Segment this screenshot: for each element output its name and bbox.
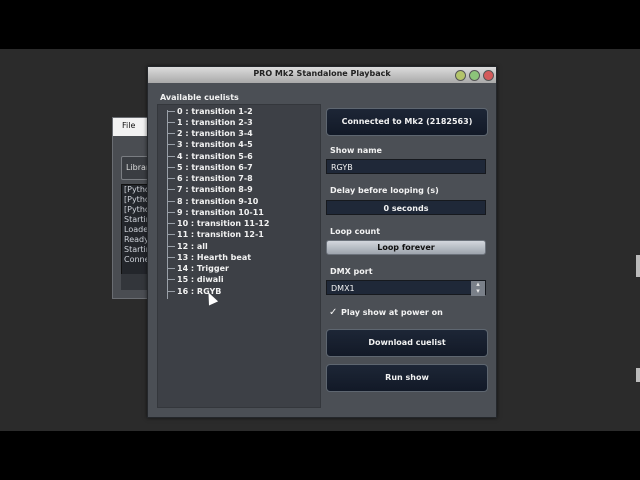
cuelist-item-label: 15 : diwali	[177, 275, 224, 284]
offscreen-window-edge	[636, 368, 640, 382]
cuelist-item[interactable]: 12 : all	[168, 242, 208, 253]
dmx-port-select[interactable]: DMX1 ▴ ▾	[326, 280, 486, 296]
cuelist-item[interactable]: 14 : Trigger	[168, 264, 229, 275]
cuelist-tree[interactable]: 0 : transition 1-2 1 : transition 2-3 2 …	[157, 104, 321, 408]
cuelist-item[interactable]: 4 : transition 5-6	[168, 152, 253, 163]
cuelist-item[interactable]: 7 : transition 8-9	[168, 185, 253, 196]
cuelist-item[interactable]: 2 : transition 3-4	[168, 129, 253, 140]
cuelist-item[interactable]: 8 : transition 9-10	[168, 197, 258, 208]
dmx-port-label: DMX port	[330, 267, 373, 276]
offscreen-window-edge	[636, 255, 640, 277]
playback-window: PRO Mk2 Standalone Playback Available cu…	[147, 66, 497, 418]
menu-file[interactable]: File	[122, 121, 135, 130]
cuelist-item[interactable]: 13 : Hearth beat	[168, 253, 251, 264]
cuelist-item[interactable]: 10 : transition 11-12	[168, 219, 269, 230]
maximize-button[interactable]	[469, 70, 480, 81]
cuelist-item-label: 1 : transition 2-3	[177, 118, 253, 127]
delay-input[interactable]: 0 seconds	[326, 200, 486, 215]
cuelist-item[interactable]: 0 : transition 1-2	[168, 107, 253, 118]
cuelist-item[interactable]: 9 : transition 10-11	[168, 208, 264, 219]
cuelist-item-label: 8 : transition 9-10	[177, 197, 259, 206]
cuelist-item-label: 6 : transition 7-8	[177, 174, 253, 183]
delay-label: Delay before looping (s)	[330, 186, 439, 195]
cuelist-item-label: 3 : transition 4-5	[177, 140, 253, 149]
cuelist-item[interactable]: 11 : transition 12-1	[168, 230, 264, 241]
show-name-label: Show name	[330, 146, 382, 155]
loop-count-label: Loop count	[330, 227, 381, 236]
title-bar[interactable]: PRO Mk2 Standalone Playback	[148, 67, 496, 83]
cuelist-item[interactable]: 15 : diwali	[168, 275, 224, 286]
connected-button[interactable]: Connected to Mk2 (2182563)	[326, 108, 488, 136]
cuelist-item-label: 11 : transition 12-1	[177, 230, 264, 239]
cuelist-item[interactable]: 3 : transition 4-5	[168, 140, 253, 151]
cuelist-item-label: 7 : transition 8-9	[177, 185, 253, 194]
close-button[interactable]	[483, 70, 494, 81]
cuelist-item-label: 10 : transition 11-12	[177, 219, 270, 228]
download-cuelist-button[interactable]: Download cuelist	[326, 329, 488, 357]
loop-count-button[interactable]: Loop forever	[326, 240, 486, 255]
window-title: PRO Mk2 Standalone Playback	[253, 69, 391, 78]
cuelists-heading: Available cuelists	[160, 93, 239, 102]
cuelist-item-label: 0 : transition 1-2	[177, 107, 253, 116]
cuelist-item[interactable]: 1 : transition 2-3	[168, 118, 253, 129]
show-name-input[interactable]: RGYB	[326, 159, 486, 174]
dmx-port-value: DMX1	[331, 284, 355, 293]
play-at-power-on-label: Play show at power on	[341, 308, 443, 317]
cuelist-item-label: 13 : Hearth beat	[177, 253, 252, 262]
cuelist-item-label: 4 : transition 5-6	[177, 152, 253, 161]
cuelist-item-label: 14 : Trigger	[177, 264, 229, 273]
cuelist-item-label: 2 : transition 3-4	[177, 129, 253, 138]
cuelist-item-label: 12 : all	[177, 242, 208, 251]
library-label: Librar	[126, 163, 150, 172]
cuelist-item[interactable]: 6 : transition 7-8	[168, 174, 253, 185]
cuelist-item-label: 5 : transition 6-7	[177, 163, 253, 172]
cuelist-item-label: 9 : transition 10-11	[177, 208, 264, 217]
dropdown-arrow-icon[interactable]: ▴ ▾	[471, 281, 485, 296]
cuelist-item[interactable]: 5 : transition 6-7	[168, 163, 253, 174]
minimize-button[interactable]	[455, 70, 466, 81]
play-at-power-on-checkbox[interactable]: ✓	[329, 308, 339, 318]
run-show-button[interactable]: Run show	[326, 364, 488, 392]
